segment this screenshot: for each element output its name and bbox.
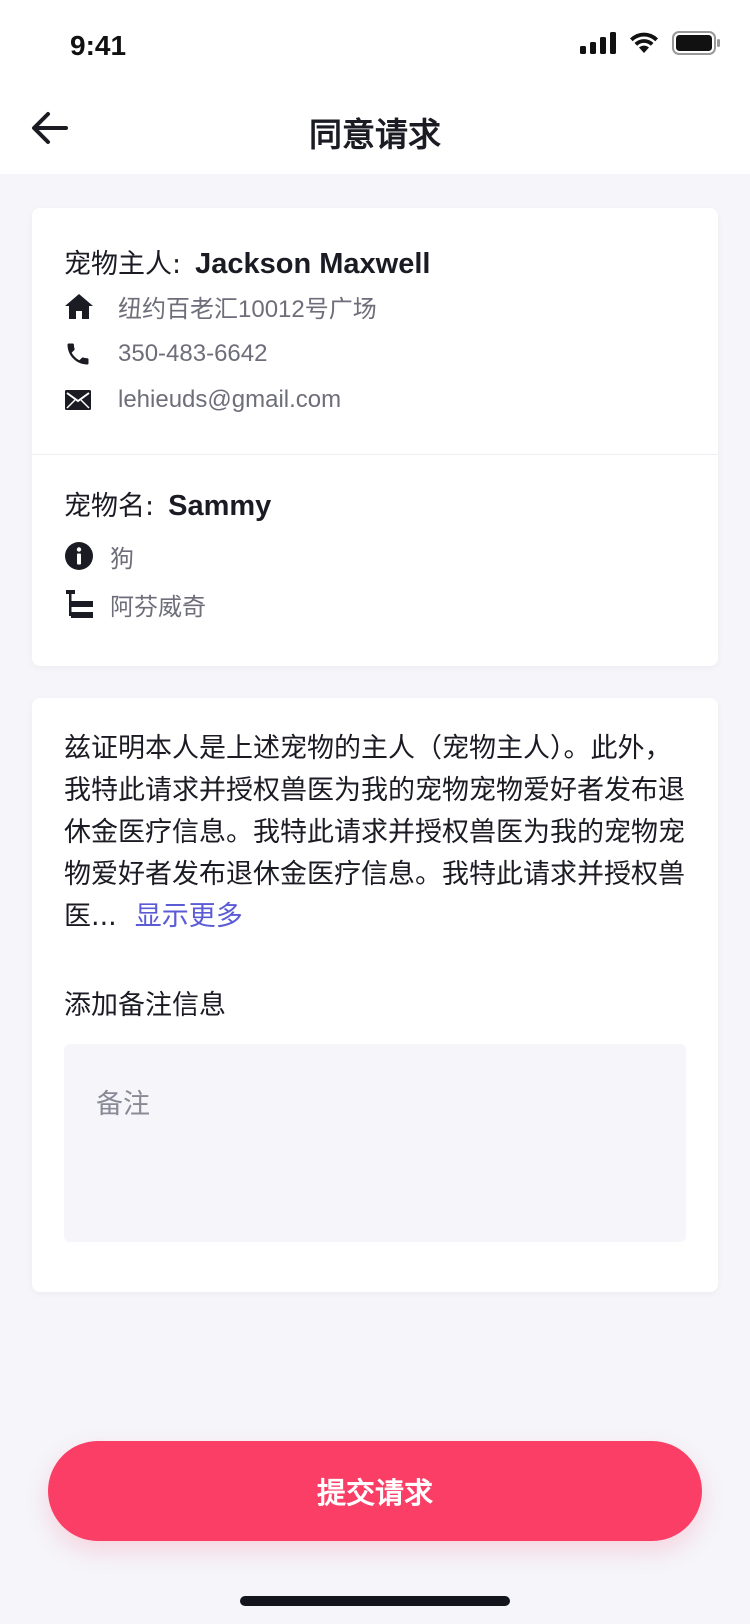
nav-bar: 同意请求 bbox=[0, 92, 750, 174]
wifi-icon bbox=[628, 31, 660, 59]
owner-email-row: lehieuds@gmail.com bbox=[64, 380, 341, 420]
pet-section: 宠物名: Sammy 狗 阿芬威奇 bbox=[32, 455, 718, 666]
owner-name: Jackson Maxwell bbox=[195, 248, 431, 280]
pet-type-row: 狗 bbox=[64, 536, 134, 576]
phone-icon bbox=[64, 334, 108, 374]
pet-title: 宠物名: Sammy bbox=[64, 484, 271, 523]
status-time: 9:41 bbox=[70, 30, 127, 61]
breed-tree-icon bbox=[64, 584, 102, 624]
page-title: 同意请求 bbox=[309, 115, 441, 154]
pet-name: Sammy bbox=[168, 490, 272, 522]
owner-address: 纽约百老汇10012号广场 bbox=[118, 295, 377, 323]
owner-address-row: 纽约百老汇10012号广场 bbox=[64, 286, 377, 326]
show-more-link[interactable]: 显示更多 bbox=[135, 901, 243, 932]
status-bar: 9:41 bbox=[0, 0, 750, 92]
home-icon bbox=[64, 286, 108, 326]
owner-pet-card: 宠物主人: Jackson Maxwell 纽约百老汇10012号广场 350-… bbox=[32, 208, 718, 666]
owner-phone: 350-483-6642 bbox=[118, 340, 268, 367]
info-icon bbox=[64, 536, 102, 576]
signal-icon bbox=[580, 32, 616, 58]
home-indicator bbox=[240, 1596, 510, 1606]
pet-type: 狗 bbox=[110, 545, 134, 573]
submit-button[interactable]: 提交请求 bbox=[48, 1441, 702, 1541]
consent-text: 兹证明本人是上述宠物的主人（宠物主人）。此外，我特此请求并授权兽医为我的宠物宠物… bbox=[64, 728, 690, 938]
battery-icon bbox=[672, 31, 720, 59]
owner-title: 宠物主人: Jackson Maxwell bbox=[64, 242, 430, 281]
pet-breed-row: 阿芬威奇 bbox=[64, 584, 206, 624]
owner-email: lehieuds@gmail.com bbox=[118, 386, 342, 413]
mail-icon bbox=[64, 380, 108, 420]
notes-input[interactable] bbox=[64, 1044, 686, 1242]
consent-card: 兹证明本人是上述宠物的主人（宠物主人）。此外，我特此请求并授权兽医为我的宠物宠物… bbox=[32, 698, 718, 1292]
owner-label: 宠物主人: bbox=[64, 249, 182, 280]
pet-breed: 阿芬威奇 bbox=[110, 593, 206, 621]
owner-section: 宠物主人: Jackson Maxwell 纽约百老汇10012号广场 350-… bbox=[32, 208, 718, 454]
pet-label: 宠物名: bbox=[64, 491, 155, 522]
notes-label: 添加备注信息 bbox=[64, 990, 226, 1021]
status-icons bbox=[580, 30, 720, 60]
owner-phone-row: 350-483-6642 bbox=[64, 334, 267, 374]
